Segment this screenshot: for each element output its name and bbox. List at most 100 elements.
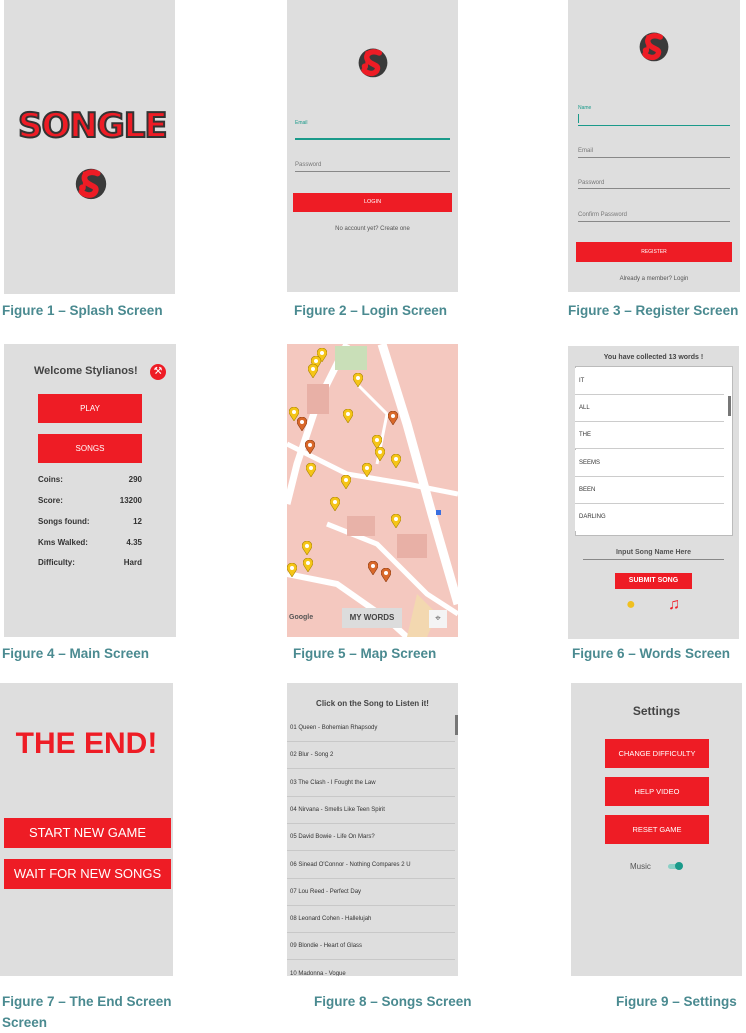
list-item[interactable]: 04 Nirvana - Smells Like Teen Spirit [287,797,455,824]
caption-fig1: Figure 1 – Splash Screen [2,303,163,318]
reset-game-button[interactable]: RESET GAME [605,815,709,844]
end-screen: THE END! START NEW GAME WAIT FOR NEW SON… [0,683,173,976]
stat-label: Score: [38,496,63,505]
scrollbar[interactable] [728,396,731,416]
wait-for-new-songs-button[interactable]: WAIT FOR NEW SONGS [4,859,171,889]
password-underline [295,171,450,172]
map-streets [287,344,458,637]
list-item[interactable]: 10 Madonna - Vogue [287,961,455,976]
settings-icon[interactable]: ⚒ [150,364,166,380]
login-link[interactable]: Already a member? Login [568,276,740,282]
user-location-icon [436,510,441,515]
stat-value: Hard [123,558,142,567]
music-toggle[interactable] [668,862,683,870]
list-item: SEEMS [575,450,724,477]
words-header: You have collected 13 words ! [603,354,704,361]
list-item[interactable]: 08 Leonard Cohen - Hallelujah [287,906,455,933]
map-marker-icon[interactable] [302,541,312,555]
password-underline [578,188,730,189]
map-marker-icon[interactable] [306,463,316,477]
caption-fig9: Figure 9 – Settings [616,994,737,1009]
words-screen: You have collected 13 words ! IT ALL THE… [568,346,739,639]
list-item: THE [575,422,724,449]
register-button[interactable]: REGISTER [576,242,732,262]
list-item: BEEN [575,477,724,504]
splash-title: SONGLE [17,105,169,147]
password-field[interactable]: Password [295,162,321,168]
caption-fig5: Figure 5 – Map Screen [293,646,437,661]
map-marker-icon[interactable] [305,440,315,454]
list-item: IT [575,368,724,395]
list-item[interactable]: 06 Sinead O'Connor - Nothing Compares 2 … [287,852,455,879]
text-cursor [578,114,579,123]
stat-label: Songs found: [38,517,90,526]
list-item: DARLING [575,504,724,531]
list-item[interactable]: 03 The Clash - I Fought the Law [287,770,455,797]
map-marker-icon[interactable] [287,563,297,577]
list-item[interactable]: 09 Blondie - Heart of Glass [287,933,455,960]
map-marker-icon[interactable] [391,454,401,468]
google-logo: Google [289,614,314,621]
caption-fig7-cont: Screen [2,1015,48,1030]
help-video-button[interactable]: HELP VIDEO [605,777,709,806]
map-marker-icon[interactable] [368,561,378,575]
map-marker-icon[interactable] [353,373,363,387]
words-list[interactable]: IT ALL THE SEEMS BEEN DARLING [568,366,739,536]
play-button[interactable]: PLAY [38,394,142,423]
songle-logo-icon [355,44,391,80]
locate-me-icon[interactable]: ⌖ [429,610,447,628]
stat-value: 12 [133,517,142,526]
name-field[interactable] [578,125,730,126]
singer-icon[interactable]: ♫ [668,596,680,614]
songle-logo-icon [636,28,672,64]
map-marker-icon[interactable] [391,514,401,528]
map-marker-icon[interactable] [381,568,391,582]
my-words-button[interactable]: MY WORDS [342,608,402,628]
map-marker-icon[interactable] [303,558,313,572]
login-button[interactable]: LOGIN [293,193,452,212]
music-label: Music [630,862,651,871]
songs-button[interactable]: SONGS [38,434,142,463]
input-underline [583,559,724,560]
login-screen: Email Password LOGIN No account yet? Cre… [287,0,458,292]
map-marker-icon[interactable] [362,463,372,477]
song-name-input[interactable]: Input Song Name Here [583,549,724,556]
email-underline [578,157,730,158]
map-marker-icon[interactable] [341,475,351,489]
caption-fig3: Figure 3 – Register Screen [568,303,739,318]
map-marker-icon[interactable] [308,364,318,378]
stat-value: 4.35 [126,538,142,547]
register-screen: Name Email Password Confirm Password REG… [568,0,740,292]
list-item[interactable]: 02 Blur - Song 2 [287,742,455,769]
start-new-game-button[interactable]: START NEW GAME [4,818,171,848]
map-marker-icon[interactable] [343,409,353,423]
splash-screen: SONGLE [4,0,175,294]
email-field[interactable] [295,138,450,140]
change-difficulty-button[interactable]: CHANGE DIFFICULTY [605,739,709,768]
hint-lightbulb-icon[interactable]: ● [626,596,636,614]
list-item[interactable]: 07 Lou Reed - Perfect Day [287,879,455,906]
confirm-underline [578,221,730,222]
password-field[interactable]: Password [578,180,604,186]
email-field[interactable]: Email [578,148,593,154]
map-marker-icon[interactable] [375,447,385,461]
map-screen[interactable]: Google MY WORDS ⌖ [287,344,458,637]
stat-label: Kms Walked: [38,538,88,547]
scrollbar[interactable] [455,715,458,735]
caption-fig4: Figure 4 – Main Screen [2,646,150,661]
map-marker-icon[interactable] [297,417,307,431]
stat-value: 290 [128,475,142,484]
map-marker-icon[interactable] [388,411,398,425]
list-item: ALL [575,395,724,422]
songs-list[interactable]: 01 Queen - Bohemian Rhapsody 02 Blur - S… [287,715,458,976]
list-item[interactable]: 01 Queen - Bohemian Rhapsody [287,715,455,742]
stat-label: Difficulty: [38,558,75,567]
map-marker-icon[interactable] [330,497,340,511]
confirm-password-field[interactable]: Confirm Password [578,212,627,218]
submit-song-button[interactable]: SUBMIT SONG [615,573,692,589]
list-item[interactable]: 05 David Bowie - Life On Mars? [287,824,455,851]
welcome-text: Welcome Stylianos! [34,365,138,377]
main-screen: Welcome Stylianos! ⚒ PLAY SONGS Coins: 2… [4,344,176,637]
create-account-link[interactable]: No account yet? Create one [287,226,458,232]
name-label: Name [578,105,592,111]
